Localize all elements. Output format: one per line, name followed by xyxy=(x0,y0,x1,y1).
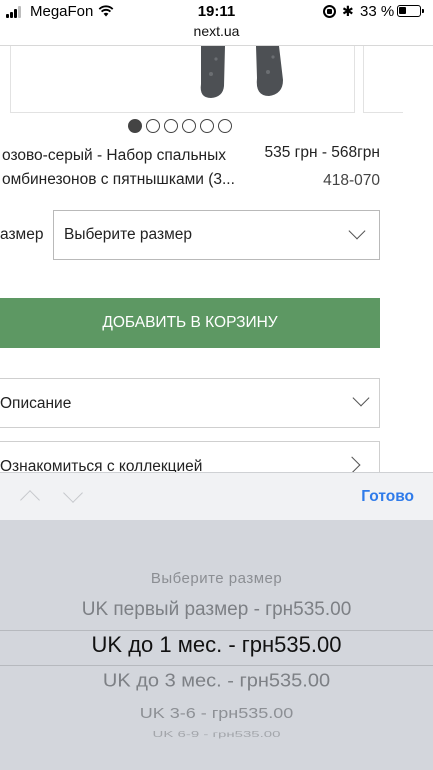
size-select-value: Выберите размер xyxy=(64,226,193,243)
picker-option[interactable]: UK 3-6 - грн535.00 xyxy=(0,705,433,722)
picker-option[interactable]: UK до 3 мес. - грн535.00 xyxy=(0,671,433,692)
previous-field-chevron-up-icon[interactable] xyxy=(20,490,40,510)
status-bar: MegaFon 19:11 next.ua ✱ 33 % xyxy=(0,0,433,46)
size-label: азмер xyxy=(0,226,44,243)
product-sku: 418-070 xyxy=(323,172,380,189)
address-bar-url[interactable]: next.ua xyxy=(0,23,433,39)
bluetooth-icon: ✱ xyxy=(342,3,354,19)
next-product-image[interactable] xyxy=(363,46,403,113)
picker-toolbar: Готово xyxy=(0,472,433,520)
chevron-down-icon xyxy=(352,389,370,407)
done-button[interactable]: Готово xyxy=(361,488,414,506)
next-field-chevron-down-icon[interactable] xyxy=(63,483,83,503)
orientation-lock-icon xyxy=(323,5,336,18)
accordion-description-label: Описание xyxy=(0,395,72,412)
picker-option[interactable]: UK 6-9 - грн535.00 xyxy=(0,730,433,739)
carousel-dot[interactable] xyxy=(128,119,142,133)
carousel-dot[interactable] xyxy=(146,119,160,133)
battery-icon xyxy=(397,5,424,17)
carousel-dot[interactable] xyxy=(164,119,178,133)
chevron-right-icon xyxy=(343,456,361,474)
carousel-pagination xyxy=(128,119,232,133)
product-price: 535 грн - 568грн xyxy=(264,144,380,161)
picker-option-selected[interactable]: UK до 1 мес. - грн535.00 xyxy=(0,632,433,658)
carousel-dot[interactable] xyxy=(182,119,196,133)
picker-option[interactable]: Выберите размер xyxy=(0,570,433,587)
add-to-cart-button[interactable]: ДОБАВИТЬ В КОРЗИНУ xyxy=(0,298,380,348)
size-picker-wheel[interactable]: Выберите размер UK первый размер - грн53… xyxy=(0,520,433,770)
product-photo-feet xyxy=(200,46,283,98)
product-image[interactable] xyxy=(10,46,355,113)
battery-percent: 33 % xyxy=(360,3,395,20)
size-select[interactable]: Выберите размер xyxy=(53,210,380,260)
carousel-dot[interactable] xyxy=(200,119,214,133)
chevron-down-icon xyxy=(348,222,366,240)
carousel-dot[interactable] xyxy=(218,119,232,133)
picker-option[interactable]: UK первый размер - грн535.00 xyxy=(0,599,433,621)
accordion-description[interactable]: Описание xyxy=(0,378,380,428)
product-title: озово-серый - Набор спальных омбинезонов… xyxy=(2,147,235,188)
